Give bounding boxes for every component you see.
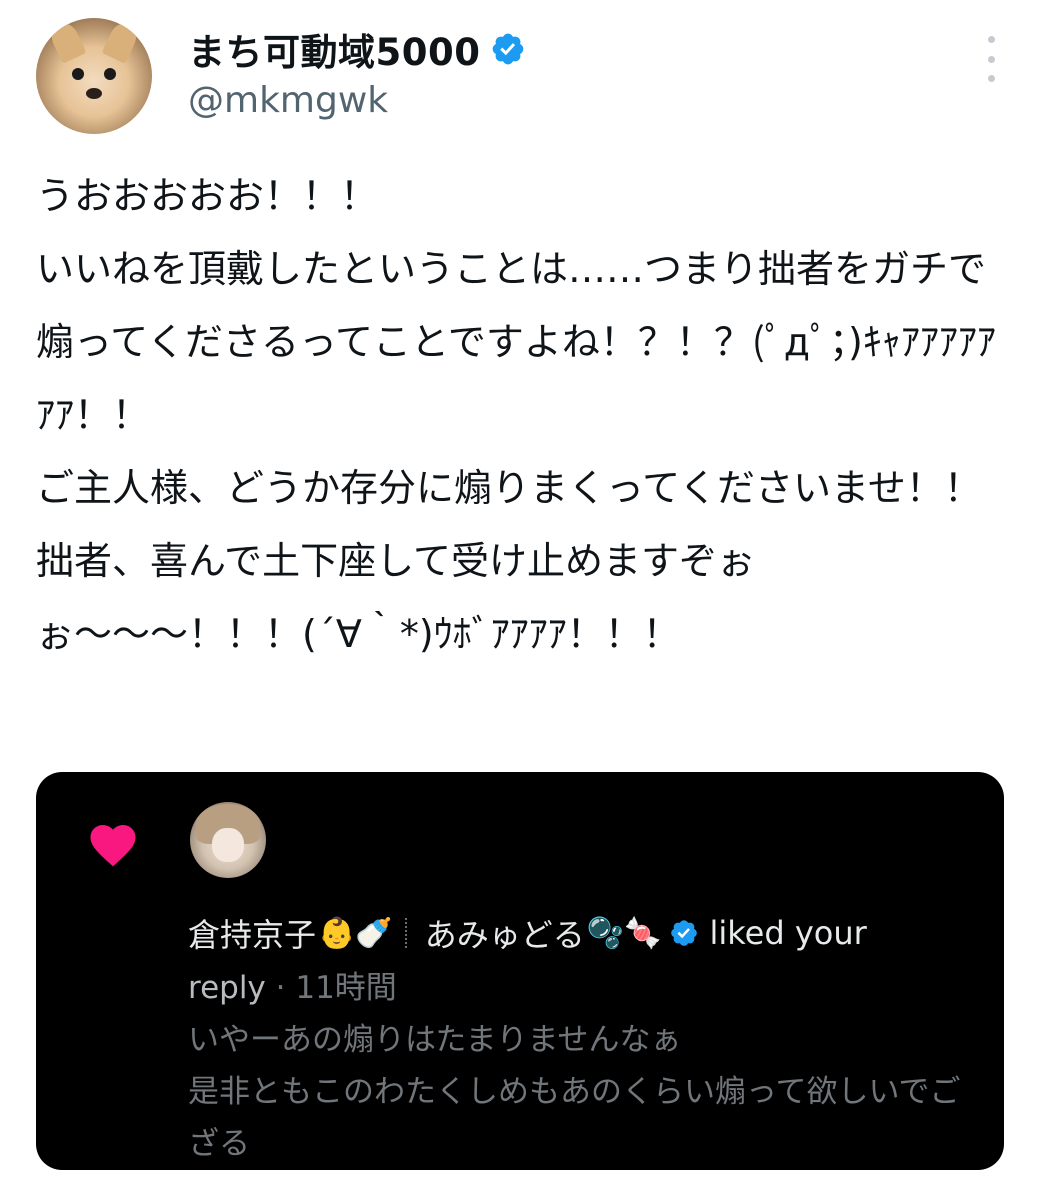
liker-avatar [190,802,266,878]
verified-badge-icon [493,33,524,65]
author-name[interactable]: まち可動域5000 [188,22,480,76]
more-dot [987,75,995,82]
avatar-ear-right [101,20,141,64]
notification-meta: reply · 11時間 [188,962,397,1007]
liker-emojis: 👶🍼 [318,915,393,951]
heart-icon [90,825,136,867]
verified-badge-icon [671,920,698,946]
tweet-header: まち可動域5000 @mkmgwk [36,10,1004,134]
avatar-nose [86,88,102,99]
notification-target: reply [188,970,266,1006]
name-separator [404,918,409,948]
notification-time: · 11時間 [275,970,397,1006]
avatar-eye-right [104,68,116,80]
embedded-notification-screenshot[interactable]: 倉持京子 👶🍼 あみゅどる 🫧🍬 liked your reply · 11時間… [36,772,1004,1170]
author-handle[interactable]: @mkmgwk [188,80,388,121]
more-dot [987,36,995,43]
notification-headline: 倉持京子 👶🍼 あみゅどる 🫧🍬 liked your [188,910,867,956]
liker-name: 倉持京子 [188,916,317,954]
avatar-eye-left [72,68,84,80]
more-dot [987,55,995,63]
avatar-face [212,828,244,862]
notification-action: liked your [709,914,867,952]
author-name-row: まち可動域5000 [188,22,526,76]
tweet-text: うおおおおお！！！ いいねを頂戴したということは……つまり拙者をガチで煽ってくだ… [36,174,996,656]
avatar-ear-left [47,20,87,64]
author-avatar[interactable] [36,18,152,134]
liker-name-secondary: あみゅどる [424,916,585,954]
liker-emojis-secondary: 🫧🍬 [586,915,662,951]
more-options-icon[interactable] [984,36,998,82]
reply-text: いやーあの煽りはたまりませんなぁ 是非ともこのわたくしめもあのくらい煽って欲しい… [188,1022,961,1162]
